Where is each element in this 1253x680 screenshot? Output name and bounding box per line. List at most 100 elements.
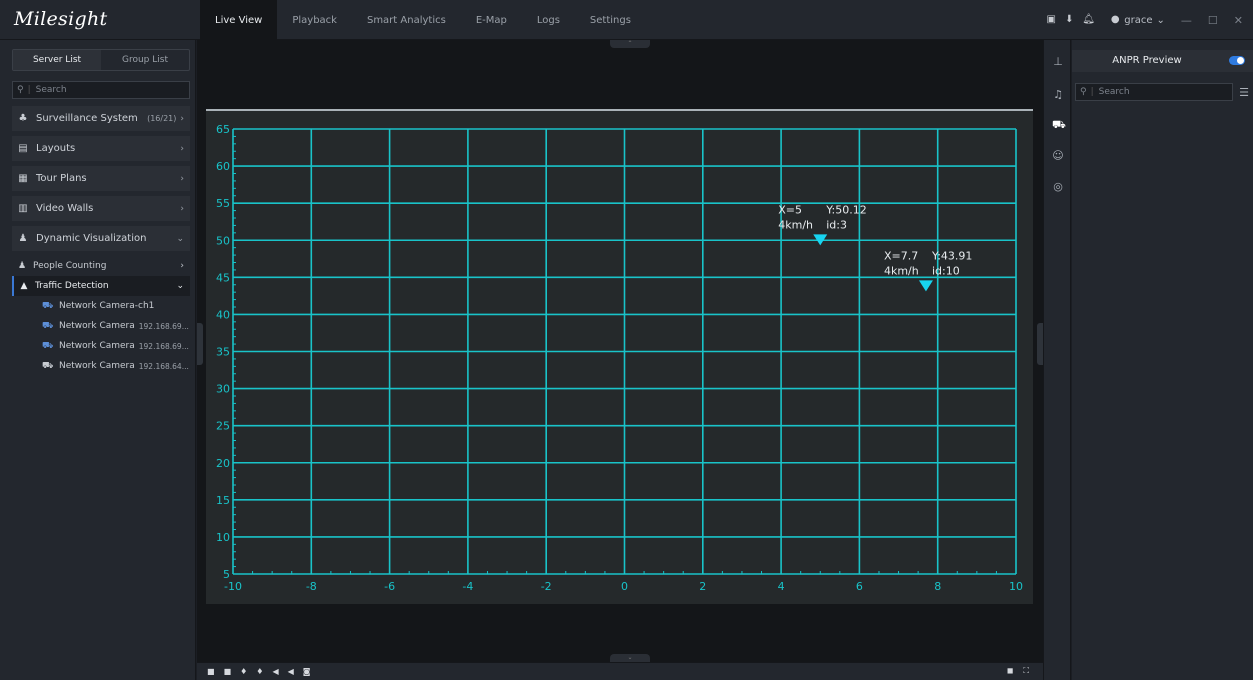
record-icon[interactable]: ■ xyxy=(207,667,215,676)
y-tick-label: 15 xyxy=(216,494,230,507)
camera-ip: 192.168.64... xyxy=(138,361,189,371)
stream-icon[interactable]: ■ xyxy=(224,667,232,676)
anpr-search-input[interactable]: Search xyxy=(1099,87,1130,97)
y-tick-label: 20 xyxy=(216,457,230,470)
y-tick-label: 60 xyxy=(216,160,230,173)
collapse-left-handle[interactable] xyxy=(197,323,203,365)
sidebar-menu: ♣ Surveillance System (16/21) › ▤ Layout… xyxy=(12,106,190,376)
sidebar-item-surveillance-system[interactable]: ♣ Surveillance System (16/21) › xyxy=(12,106,190,131)
snapshot-icon[interactable]: ◎ xyxy=(1052,181,1064,193)
camera-item[interactable]: ⛟ Network Camera-ch1 xyxy=(12,296,190,316)
camera-ip: 192.168.69... xyxy=(138,341,189,351)
minimize-icon[interactable]: — xyxy=(1181,14,1192,27)
road-icon: ▲ xyxy=(20,281,28,291)
talk-icon[interactable]: ♦ xyxy=(256,667,263,676)
left-sidebar: Server List Group List ⚲ | Search ♣ Surve… xyxy=(0,40,196,680)
anpr-title: ANPR Preview xyxy=(1112,55,1182,66)
tab-live-view[interactable]: Live View xyxy=(200,0,278,40)
face-icon[interactable]: ☺ xyxy=(1052,150,1064,162)
x-tick-label: -10 xyxy=(224,580,242,593)
y-tick-label: 40 xyxy=(216,308,230,321)
snapshot-icon[interactable]: ◙ xyxy=(303,667,311,676)
traffic-chart: -10 -8 -6 -4 -2 0 2 4 6 8 10 5 10 15 20 25 30 35 40 45 50 55 6… xyxy=(206,109,1033,604)
point-x-label: X=5 xyxy=(778,203,802,216)
x-tick-label: 2 xyxy=(699,580,706,593)
list-switcher: Server List Group List xyxy=(12,49,190,71)
camera-item[interactable]: ⛟ Network Camera 192.168.69... xyxy=(12,316,190,336)
chevron-right-icon: › xyxy=(180,113,184,124)
tab-smart-analytics[interactable]: Smart Analytics xyxy=(352,0,461,40)
y-tick-label: 45 xyxy=(216,271,230,284)
mute-icon[interactable]: ◀ xyxy=(288,667,294,676)
search-icon: ⚲ xyxy=(17,85,24,95)
grid-icon: ▦ xyxy=(18,173,28,184)
y-tick-label: 25 xyxy=(216,420,230,433)
chevron-right-icon: › xyxy=(180,173,184,184)
right-icon-strip: ⊥ ♫ ⛟ ☺ ◎ xyxy=(1043,40,1071,680)
car-icon[interactable]: ⛟ xyxy=(1052,119,1066,131)
person-icon: ♟ xyxy=(18,233,28,244)
sidebar-item-dynamic-visualization[interactable]: ♟ Dynamic Visualization ⌄ xyxy=(12,226,190,251)
sidebar-search[interactable]: ⚲ | Search xyxy=(12,81,190,99)
x-tick-label: 6 xyxy=(856,580,863,593)
close-icon[interactable]: ✕ xyxy=(1234,14,1243,27)
live-view-area: ⌃ -10 -8 -6 -4 -2 0 2 4 6 8 10 5 10 15 20 25 30 35 40 45 50 5… xyxy=(197,40,1043,680)
sidebar-search-input[interactable]: Search xyxy=(36,85,67,95)
tab-settings[interactable]: Settings xyxy=(575,0,646,40)
anpr-panel: ANPR Preview ⚲ | Search ☰ xyxy=(1072,40,1253,680)
maximize-icon[interactable]: ☐ xyxy=(1208,14,1218,27)
bell-icon[interactable]: 🔔︎ xyxy=(1082,15,1095,25)
anpr-toggle[interactable] xyxy=(1229,56,1245,65)
point-id-label: id:3 xyxy=(826,218,847,231)
camera-item[interactable]: ⛟ Network Camera 192.168.69... xyxy=(12,336,190,356)
chevron-right-icon: › xyxy=(180,261,184,271)
microphone-icon[interactable]: ♦ xyxy=(240,667,247,676)
user-name: grace xyxy=(1124,14,1153,26)
camera-name: Network Camera xyxy=(59,361,135,371)
collapse-top-handle[interactable]: ⌃ xyxy=(610,40,650,48)
sidebar-item-traffic-detection[interactable]: ▲ Traffic Detection ⌄ xyxy=(12,276,190,296)
anpr-search[interactable]: ⚲ | Search xyxy=(1075,83,1233,101)
sidebar-item-people-counting[interactable]: ♟ People Counting › xyxy=(12,256,190,276)
user-menu[interactable]: ● grace ⌄ xyxy=(1110,15,1165,26)
collapse-bottom-handle[interactable]: ⌄ xyxy=(610,654,650,662)
x-tick-label: -6 xyxy=(384,580,395,593)
y-tick-label: 35 xyxy=(216,346,230,359)
filter-icon[interactable]: ☰ xyxy=(1239,86,1249,99)
y-tick-label: 50 xyxy=(216,234,230,247)
chevron-down-icon: ⌄ xyxy=(1156,14,1165,26)
alarm-icon[interactable]: ♫ xyxy=(1052,89,1064,101)
anpr-header: ANPR Preview xyxy=(1072,50,1253,72)
sidebar-item-layouts[interactable]: ▤ Layouts › xyxy=(12,136,190,161)
chevron-down-icon: ⌄ xyxy=(176,281,184,291)
x-tick-label: 8 xyxy=(934,580,941,593)
x-tick-label: 10 xyxy=(1009,580,1023,593)
volume-icon[interactable]: ◀ xyxy=(272,667,278,676)
camera-item[interactable]: ⛟ Network Camera 192.168.64... xyxy=(12,356,190,376)
pin-icon[interactable]: ⊥ xyxy=(1052,56,1064,68)
sidebar-item-tour-plans[interactable]: ▦ Tour Plans › xyxy=(12,166,190,191)
point-speed-label: 4km/h xyxy=(884,264,919,277)
tab-e-map[interactable]: E-Map xyxy=(461,0,522,40)
car-icon: ⛟ xyxy=(42,360,54,371)
group-list-button[interactable]: Group List xyxy=(101,50,189,70)
chart-svg: -10 -8 -6 -4 -2 0 2 4 6 8 10 5 10 15 20 25 30 35 40 45 50 55 6… xyxy=(216,123,1023,593)
picture-icon[interactable]: ▣ xyxy=(1046,15,1056,25)
sidebar-item-video-walls[interactable]: ▥ Video Walls › xyxy=(12,196,190,221)
point-y-label: Y:50.12 xyxy=(825,203,866,216)
download-icon[interactable]: ⬇ xyxy=(1064,15,1074,25)
toolbar-right: ◼ ⛶ xyxy=(1007,666,1029,676)
chevron-down-icon: ⌄ xyxy=(176,233,184,244)
device-count: (16/21) xyxy=(147,114,177,123)
video-wall-icon: ▥ xyxy=(18,203,28,214)
top-right-controls: ▣ ⬇ 🔔︎ ● grace ⌄ — ☐ ✕ xyxy=(1046,0,1243,40)
y-tick-label: 65 xyxy=(216,123,230,136)
tab-playback[interactable]: Playback xyxy=(277,0,352,40)
tab-logs[interactable]: Logs xyxy=(522,0,575,40)
chevron-right-icon: › xyxy=(180,143,184,154)
x-tick-label: 4 xyxy=(778,580,785,593)
server-list-button[interactable]: Server List xyxy=(13,50,101,70)
fullscreen-icon[interactable]: ⛶ xyxy=(1023,666,1029,676)
screen-icon[interactable]: ◼ xyxy=(1007,666,1014,676)
app-window: Milesight Live View Playback Smart Analy… xyxy=(0,0,1253,680)
